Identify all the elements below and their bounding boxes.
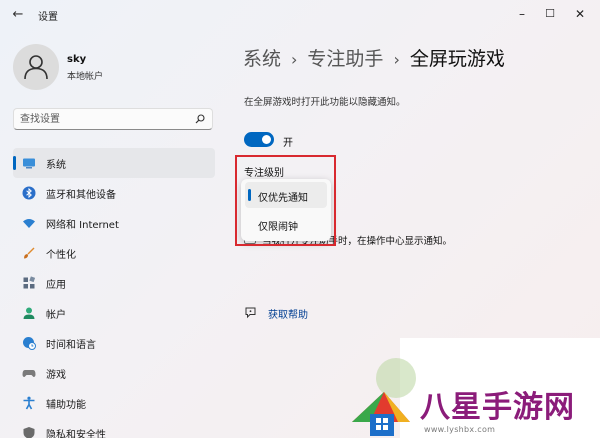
minimize-icon: – <box>519 7 525 21</box>
chevron-right-icon: › <box>393 50 400 69</box>
watermark: 八星手游网 www.lyshbx.com <box>348 338 600 438</box>
sidebar-item-label: 隐私和安全性 <box>46 430 106 438</box>
breadcrumb-system[interactable]: 系统 <box>243 48 281 70</box>
accessibility-icon <box>23 396 35 410</box>
watermark-brand: 八星手游网 <box>420 390 575 425</box>
sidebar-item-privacy[interactable]: 隐私和安全性 <box>13 418 215 438</box>
system-display-icon <box>23 158 35 169</box>
sidebar-item-accounts[interactable]: 帐户 <box>13 298 215 328</box>
sidebar-item-label: 应用 <box>46 280 66 291</box>
back-button[interactable]: ← <box>8 6 28 24</box>
sidebar-item-accessibility[interactable]: 辅助功能 <box>13 388 215 418</box>
avatar[interactable] <box>13 44 59 90</box>
sidebar-nav: 系统 蓝牙和其他设备 网络和 Internet 个性化 应用 帐户 时间和语言 … <box>13 148 215 438</box>
sidebar-item-label: 个性化 <box>46 250 76 261</box>
user-name: sky <box>67 54 87 65</box>
account-icon <box>23 307 35 319</box>
watermark-url: www.lyshbx.com <box>424 425 496 434</box>
get-help-link[interactable]: 获取帮助 <box>268 306 308 321</box>
sidebar-item-label: 网络和 Internet <box>46 220 119 231</box>
toggle-state-label: 开 <box>283 138 293 149</box>
close-icon: ✕ <box>574 7 586 21</box>
active-indicator <box>13 156 16 170</box>
wifi-icon <box>23 219 35 228</box>
bluetooth-icon <box>22 186 36 200</box>
brush-icon <box>24 247 35 259</box>
page-description: 在全屏游戏时打开此功能以隐藏通知。 <box>244 97 406 108</box>
search-input[interactable] <box>20 109 188 129</box>
user-icon <box>24 55 48 80</box>
gamepad-icon <box>22 370 36 377</box>
breadcrumb: 系统 › 专注助手 › 全屏玩游戏 <box>243 44 505 74</box>
sidebar-item-label: 系统 <box>46 160 66 171</box>
annotation-highlight-box <box>235 155 336 246</box>
sidebar-item-system[interactable]: 系统 <box>13 148 215 178</box>
page-title: 全屏玩游戏 <box>409 48 505 70</box>
search-box[interactable] <box>13 108 213 130</box>
sidebar-item-label: 游戏 <box>46 370 66 381</box>
account-type: 本地帐户 <box>67 72 104 82</box>
sidebar-item-bluetooth[interactable]: 蓝牙和其他设备 <box>13 178 215 208</box>
help-icon <box>245 307 256 319</box>
chevron-right-icon: › <box>291 50 298 69</box>
sidebar-item-network[interactable]: 网络和 Internet <box>13 208 215 238</box>
sidebar-item-label: 时间和语言 <box>46 340 96 351</box>
apps-icon <box>23 276 36 289</box>
minimize-button[interactable]: – <box>508 4 536 24</box>
maximize-icon: ☐ <box>545 7 555 20</box>
maximize-button[interactable]: ☐ <box>536 4 564 24</box>
sidebar-item-personalization[interactable]: 个性化 <box>13 238 215 268</box>
title-bar: ← 设置 – ☐ ✕ <box>0 0 600 30</box>
sidebar-item-label: 蓝牙和其他设备 <box>46 190 116 201</box>
sidebar-item-gaming[interactable]: 游戏 <box>13 358 215 388</box>
sidebar-item-label: 辅助功能 <box>46 400 86 411</box>
toggle-switch[interactable] <box>244 132 274 147</box>
sidebar-item-time-language[interactable]: 时间和语言 <box>13 328 215 358</box>
globe-clock-icon <box>23 337 36 350</box>
app-title: 设置 <box>38 12 58 23</box>
shield-icon <box>23 427 35 438</box>
house-logo-icon <box>352 358 416 436</box>
toggle-knob <box>262 135 271 144</box>
breadcrumb-focus-assist[interactable]: 专注助手 <box>307 48 383 70</box>
arrow-left-icon: ← <box>12 7 24 22</box>
close-button[interactable]: ✕ <box>566 4 594 24</box>
sidebar-item-label: 帐户 <box>46 310 66 321</box>
sidebar-item-apps[interactable]: 应用 <box>13 268 215 298</box>
search-icon[interactable] <box>195 114 205 124</box>
